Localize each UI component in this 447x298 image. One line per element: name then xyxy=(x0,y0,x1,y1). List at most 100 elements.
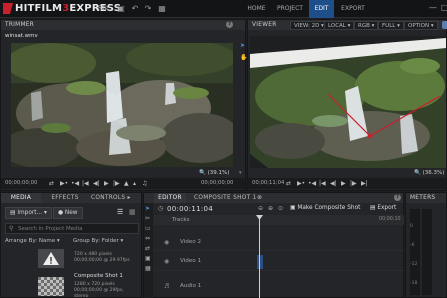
new-button[interactable]: ● New xyxy=(53,207,83,219)
resolution-dropdown[interactable]: FULL ▾ xyxy=(378,21,404,30)
tab-composite-shot[interactable]: COMPOSITE SHOT 1 xyxy=(194,193,258,203)
mark-out-icon[interactable]: •◀ xyxy=(71,178,79,189)
meter-tick: -18 xyxy=(410,281,418,286)
arrange-by-dropdown[interactable]: Arrange By: Name ▾ xyxy=(5,238,60,244)
editor-help-icon[interactable]: ? xyxy=(394,194,401,201)
zoom-in-icon[interactable]: ⊕ xyxy=(268,205,273,212)
viewer-zoom[interactable]: 🔍 (36.3%) xyxy=(414,170,444,176)
file-menu[interactable]: File xyxy=(98,5,108,12)
overlay-icon[interactable]: ▴ xyxy=(133,178,136,189)
nav-project[interactable]: PROJECT xyxy=(272,0,308,18)
media-item-name: Composite Shot 1 xyxy=(74,273,123,279)
viewer-go-start-icon[interactable]: |◀ xyxy=(319,178,326,189)
visibility-icon[interactable]: ◉ xyxy=(164,239,169,246)
nav-home[interactable]: HOME xyxy=(243,0,270,18)
playhead[interactable] xyxy=(259,215,260,298)
nav-export[interactable]: EXPORT xyxy=(338,0,368,18)
editor-toolstrip: ➤ ✂ ▭ ⇔ ⇄ ▣ ▦ xyxy=(144,203,153,298)
track-label: Audio 1 xyxy=(180,283,202,289)
tab-controls[interactable]: CONTROLS ▸ xyxy=(91,193,131,203)
video-clip[interactable] xyxy=(257,255,263,269)
channel-dropdown[interactable]: RGB ▾ xyxy=(354,21,379,30)
visibility-icon[interactable]: ◉ xyxy=(164,258,169,265)
viewer-canvas[interactable] xyxy=(250,36,446,168)
trimmer-zoom-dropdown-icon[interactable]: ▾ xyxy=(239,170,242,176)
redo-icon[interactable]: ↷ xyxy=(143,4,153,14)
media-panel: MEDIA EFFECTS CONTROLS ▸ ▤ Import... ▾ ●… xyxy=(0,192,142,298)
tab-media[interactable]: MEDIA xyxy=(1,193,41,203)
make-composite-button[interactable]: ▣ Make Composite Shot xyxy=(290,205,360,211)
slice-tool-icon[interactable]: ✂ xyxy=(145,215,152,222)
viewer-mode-button[interactable] xyxy=(442,21,447,29)
viewer-timecode: 00;00;11;04 xyxy=(252,180,285,186)
speaker-icon[interactable]: ♬ xyxy=(164,283,169,290)
media-item-duration: 00;00;00;00 @ 29.97fps xyxy=(74,258,130,263)
media-item[interactable]: 720 x 480 pixels 00;00;00;00 @ 29.97fps xyxy=(4,247,138,269)
tracks-header: Tracks 00;00;10 xyxy=(154,215,404,225)
slide-tool-icon[interactable]: ⇄ xyxy=(145,245,152,252)
meter-bar-right xyxy=(422,209,432,295)
viewer-go-end-icon[interactable]: ▶| xyxy=(361,178,368,189)
view-mode-dropdown[interactable]: VIEW: 2D ▾ xyxy=(290,21,328,30)
viewer-mark-in-icon[interactable]: ▶• xyxy=(297,178,305,189)
meter-tick: 0 xyxy=(410,224,413,229)
tracks-label: Tracks xyxy=(172,217,190,223)
audio-icon[interactable]: ♫ xyxy=(142,178,147,189)
search-placeholder: Search in Project Media xyxy=(18,226,83,232)
snap-tool-icon[interactable]: ▣ xyxy=(145,255,152,262)
step-forward-icon[interactable]: |▶ xyxy=(113,178,120,189)
group-by-dropdown[interactable]: Group By: Folder ▾ xyxy=(73,238,123,244)
warning-icon xyxy=(43,252,59,265)
media-search-input[interactable]: ⚲ Search in Project Media xyxy=(5,223,139,234)
nav-edit[interactable]: EDIT xyxy=(309,0,334,18)
import-button[interactable]: ▤ Import... ▾ xyxy=(5,207,52,219)
pan-tool-icon[interactable]: ✋ xyxy=(240,54,247,61)
trimmer-zoom[interactable]: 🔍 (39.1%) xyxy=(199,170,229,176)
trimmer-panel: TRIMMER ? winsat.wmv 🔍 (39.1%) ▾ 00;00;0 xyxy=(0,19,246,191)
minimize-icon[interactable]: — xyxy=(429,3,437,12)
options-dropdown[interactable]: OPTION ▾ xyxy=(404,21,438,30)
grid-tool-icon[interactable]: ▦ xyxy=(145,265,152,272)
media-item[interactable]: Composite Shot 1 1280 x 720 pixels 00;00… xyxy=(4,271,138,298)
viewer-loop-icon[interactable]: ⇄ xyxy=(286,178,291,189)
waterfall-image xyxy=(11,43,233,167)
play-icon[interactable]: ▶ xyxy=(104,178,109,189)
track-label: Video 2 xyxy=(180,239,202,245)
track-audio-1[interactable]: ♬ Audio 1 xyxy=(154,279,404,295)
viewer-step-forward-icon[interactable]: |▶ xyxy=(350,178,357,189)
zoom-fit-icon[interactable]: ⊙ xyxy=(278,205,283,212)
undo-icon[interactable]: ↶ xyxy=(130,4,140,14)
list-view-icon[interactable]: ☰ xyxy=(117,208,123,216)
select-tool-icon[interactable]: ➤ xyxy=(240,42,245,49)
save-icon[interactable]: ▣ xyxy=(116,4,126,14)
select-tool-icon[interactable]: ➤ xyxy=(145,205,152,212)
grid-view-icon[interactable]: ▦ xyxy=(129,208,136,216)
mark-in-icon[interactable]: ▶• xyxy=(60,178,68,189)
grid-icon[interactable]: ▦ xyxy=(157,4,167,14)
editor-timecode[interactable]: 00:00:11:04 xyxy=(167,205,213,213)
restore-icon[interactable]: □ xyxy=(441,3,447,12)
slip-tool-icon[interactable]: ⇔ xyxy=(145,235,152,242)
insert-icon[interactable]: ▲ xyxy=(124,178,129,189)
viewer-play-icon[interactable]: ▶ xyxy=(341,178,346,189)
tab-editor[interactable]: EDITOR xyxy=(154,193,186,203)
space-dropdown[interactable]: LOCAL ▾ xyxy=(324,21,355,30)
track-video-2[interactable]: ◉ Video 2 xyxy=(154,235,404,251)
trimmer-timecode-out: 00;00;00;00 xyxy=(201,180,234,186)
step-back-icon[interactable]: ◀| xyxy=(93,178,100,189)
trimmer-timecode-in: 00;00;00;00 xyxy=(5,180,38,186)
viewer-mark-out-icon[interactable]: •◀ xyxy=(308,178,316,189)
go-start-icon[interactable]: |◀ xyxy=(82,178,89,189)
export-button[interactable]: ▤ Export xyxy=(370,205,396,211)
zoom-out-icon[interactable]: ⊖ xyxy=(258,205,263,212)
loop-icon[interactable]: ⇄ xyxy=(49,178,54,189)
help-icon[interactable]: ? xyxy=(226,21,233,28)
trimmer-header: TRIMMER xyxy=(1,20,245,30)
trimmer-video-frame[interactable] xyxy=(11,43,233,167)
roll-tool-icon[interactable]: ▭ xyxy=(145,225,152,232)
close-tab-icon[interactable]: ⊗ xyxy=(257,194,262,201)
track-video-1[interactable]: ◉ Video 1 xyxy=(154,253,404,271)
tab-effects[interactable]: EFFECTS xyxy=(45,193,85,203)
viewer-step-back-icon[interactable]: ◀| xyxy=(330,178,337,189)
clock-icon: ◷ xyxy=(158,205,164,212)
